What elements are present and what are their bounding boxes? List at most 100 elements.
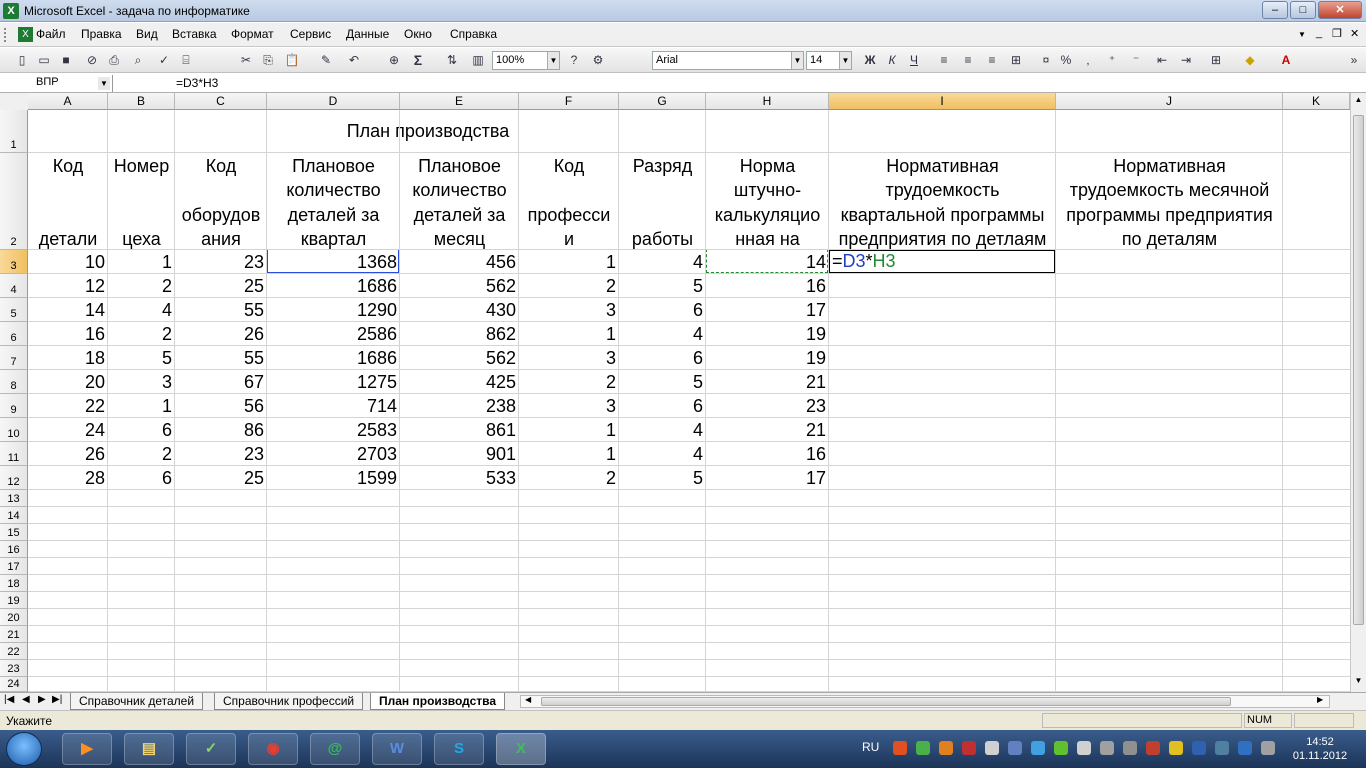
cell-b9[interactable]: 1 <box>108 394 175 418</box>
cell-d11[interactable]: 2703 <box>267 442 400 466</box>
help-icon[interactable]: ? <box>566 52 582 68</box>
cell-g8[interactable]: 5 <box>619 370 706 394</box>
cell-f11[interactable]: 1 <box>519 442 619 466</box>
cell-b11[interactable]: 2 <box>108 442 175 466</box>
sheet-title[interactable]: План производства <box>28 110 828 152</box>
underline-button[interactable]: Ч <box>906 52 922 68</box>
decrease-decimal-icon[interactable]: ⁻ <box>1128 52 1144 68</box>
cell-b10[interactable]: 6 <box>108 418 175 442</box>
cell-c5[interactable]: 55 <box>175 298 267 322</box>
close-button[interactable]: ✕ <box>1318 1 1362 19</box>
cell-d8[interactable]: 1275 <box>267 370 400 394</box>
increase-decimal-icon[interactable]: ⁺ <box>1104 52 1120 68</box>
cell-h5[interactable]: 17 <box>706 298 829 322</box>
menu-help[interactable]: Справка <box>450 27 497 41</box>
cell-d12[interactable]: 1599 <box>267 466 400 490</box>
gadget-icon[interactable]: ✓ <box>186 733 236 765</box>
cell-f7[interactable]: 3 <box>519 346 619 370</box>
cell-e8[interactable]: 425 <box>400 370 519 394</box>
percent-icon[interactable]: % <box>1058 52 1074 68</box>
cell-f6[interactable]: 1 <box>519 322 619 346</box>
sort-icon[interactable]: ⇅ <box>444 52 460 68</box>
scroll-down-icon[interactable]: ▼ <box>1352 676 1365 690</box>
scroll-thumb[interactable] <box>1353 115 1364 625</box>
cell-a7[interactable]: 18 <box>28 346 108 370</box>
sheet-grid[interactable]: План производства Код детали Номер цеха Ко… <box>28 110 1350 692</box>
scroll-left-icon[interactable]: ◀ <box>525 695 531 704</box>
cell-c12[interactable]: 25 <box>175 466 267 490</box>
cell-a9[interactable]: 22 <box>28 394 108 418</box>
tray-battery-icon[interactable] <box>1215 741 1229 755</box>
cell-h11[interactable]: 16 <box>706 442 829 466</box>
hyperlink-icon[interactable]: ⊕ <box>386 52 402 68</box>
research-icon[interactable]: ⌸ <box>178 52 194 68</box>
undo-icon[interactable]: ↶ <box>346 52 362 68</box>
cell-f10[interactable]: 1 <box>519 418 619 442</box>
align-right-icon[interactable]: ≡ <box>984 52 1000 68</box>
row-header-11[interactable]: 11 <box>0 442 28 466</box>
explorer-icon[interactable]: ▤ <box>124 733 174 765</box>
row-header-10[interactable]: 10 <box>0 418 28 442</box>
column-header-i[interactable]: I <box>829 93 1056 110</box>
doc-restore-icon[interactable]: ❐ <box>1332 27 1342 40</box>
header-cell-i[interactable]: Нормативная трудоемкость квартальной про… <box>829 154 1056 251</box>
cell-d7[interactable]: 1686 <box>267 346 400 370</box>
menu-format[interactable]: Формат <box>231 27 274 41</box>
language-indicator[interactable]: RU <box>862 740 879 754</box>
cell-c11[interactable]: 23 <box>175 442 267 466</box>
tray-signal-icon[interactable] <box>985 741 999 755</box>
save-icon[interactable]: ■ <box>58 52 74 68</box>
cell-d4[interactable]: 1686 <box>267 274 400 298</box>
cell-f9[interactable]: 3 <box>519 394 619 418</box>
new-icon[interactable]: ▯ <box>14 52 30 68</box>
formula-input[interactable]: =D3*H3 <box>176 76 218 90</box>
workbook-icon[interactable]: X <box>18 27 33 42</box>
row-header-9[interactable]: 9 <box>0 394 28 418</box>
scroll-up-icon[interactable]: ▲ <box>1352 95 1365 109</box>
cell-g12[interactable]: 5 <box>619 466 706 490</box>
cell-g7[interactable]: 6 <box>619 346 706 370</box>
row-header-17[interactable]: 17 <box>0 558 28 575</box>
font-color-icon[interactable]: A <box>1278 52 1294 68</box>
cell-e12[interactable]: 533 <box>400 466 519 490</box>
doc-minimize-icon[interactable]: _ <box>1316 27 1322 39</box>
cell-g6[interactable]: 4 <box>619 322 706 346</box>
cell-h6[interactable]: 19 <box>706 322 829 346</box>
tab-parts-directory[interactable]: Справочник деталей <box>70 693 204 710</box>
doc-close-icon[interactable]: ✕ <box>1350 27 1359 40</box>
column-header-e[interactable]: E <box>400 93 519 110</box>
tray-check-icon[interactable] <box>1054 741 1068 755</box>
prev-sheet-icon[interactable]: ◀ <box>22 694 30 705</box>
menu-window[interactable]: Окно <box>404 27 432 41</box>
column-header-d[interactable]: D <box>267 93 400 110</box>
thousands-icon[interactable]: ‚ <box>1080 52 1096 68</box>
cell-d9[interactable]: 714 <box>267 394 400 418</box>
cell-c8[interactable]: 67 <box>175 370 267 394</box>
cell-g4[interactable]: 5 <box>619 274 706 298</box>
row-header-21[interactable]: 21 <box>0 626 28 643</box>
outdent-icon[interactable]: ⇤ <box>1154 52 1170 68</box>
borders-icon[interactable]: ⊞ <box>1208 52 1224 68</box>
clock[interactable]: 14:52 01.11.2012 <box>1290 735 1350 763</box>
cell-c9[interactable]: 56 <box>175 394 267 418</box>
cell-e3[interactable]: 456 <box>400 250 519 274</box>
cut-icon[interactable]: ✂ <box>238 52 254 68</box>
header-cell-g[interactable]: Разряд работы <box>619 154 706 251</box>
cell-f8[interactable]: 2 <box>519 370 619 394</box>
name-box[interactable]: ВПР ▼ <box>0 75 113 92</box>
row-header-14[interactable]: 14 <box>0 507 28 524</box>
column-header-f[interactable]: F <box>519 93 619 110</box>
cell-a10[interactable]: 24 <box>28 418 108 442</box>
cell-f3[interactable]: 1 <box>519 250 619 274</box>
menu-view[interactable]: Вид <box>136 27 158 41</box>
menu-data[interactable]: Данные <box>346 27 389 41</box>
cell-a6[interactable]: 16 <box>28 322 108 346</box>
open-icon[interactable]: ▭ <box>36 52 52 68</box>
menu-insert[interactable]: Вставка <box>172 27 217 41</box>
cell-h12[interactable]: 17 <box>706 466 829 490</box>
tray-volume-icon[interactable] <box>1077 741 1091 755</box>
scroll-right-icon[interactable]: ▶ <box>1317 695 1323 704</box>
cell-f12[interactable]: 2 <box>519 466 619 490</box>
tray-antivirus-icon[interactable] <box>962 741 976 755</box>
cell-g11[interactable]: 4 <box>619 442 706 466</box>
